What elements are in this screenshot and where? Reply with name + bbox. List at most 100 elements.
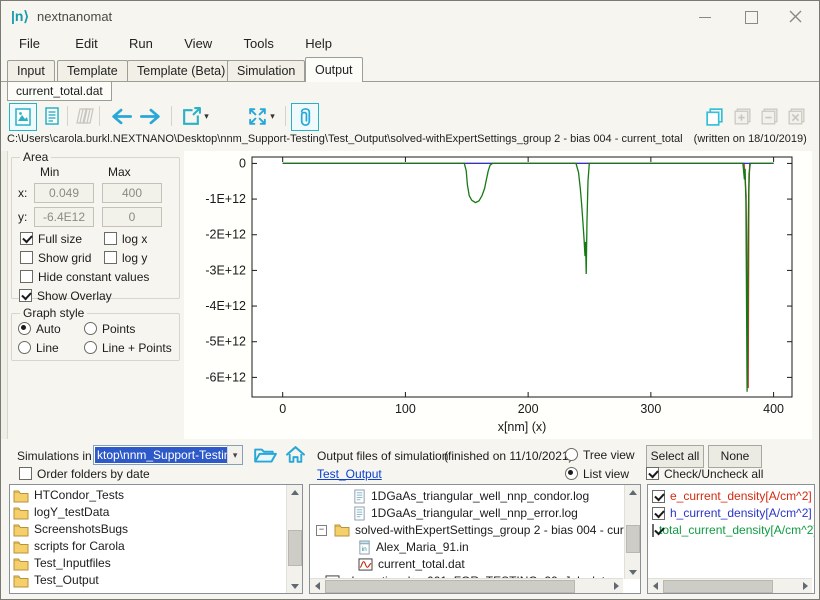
tab-template[interactable]: Template (57, 60, 128, 82)
menu-edit[interactable]: Edit (65, 32, 107, 55)
close-icon[interactable] (789, 10, 802, 23)
left-splitter[interactable] (1, 151, 8, 439)
x-max-field[interactable]: 400 (102, 183, 162, 203)
list-item[interactable]: Test_Inputfiles (10, 555, 302, 572)
tree-item[interactable]: Alex_Maria_91.in (355, 539, 469, 555)
chart-area: 01002003004000-1E+12-2E+12-3E+12-4E+12-5… (184, 151, 812, 439)
radio-tree-view[interactable]: Tree view (565, 448, 635, 462)
log-x-checkbox[interactable] (104, 232, 117, 245)
full-size-checkbox[interactable] (20, 232, 33, 245)
series-check-item[interactable]: h_current_density[A/cm^2] (648, 505, 814, 522)
series-check-item[interactable]: total_current_density[A/cm^2] (648, 522, 814, 539)
scroll-left-icon[interactable] (310, 579, 324, 593)
scroll-right-icon[interactable] (609, 579, 623, 593)
zoom-dropdown-caret[interactable]: ▾ (270, 111, 275, 122)
checkbox-check-uncheck-all[interactable]: Check/Uncheck all (646, 467, 763, 481)
menu-help[interactable]: Help (295, 32, 342, 55)
checkbox-show-grid[interactable]: Show grid (20, 251, 91, 265)
tab-input[interactable]: Input (7, 60, 55, 82)
attach-button[interactable] (291, 103, 319, 131)
list-item[interactable]: ScreenshotsBugs (10, 521, 302, 538)
subtab-current-total-dat[interactable]: current_total.dat (7, 82, 112, 101)
hide-constant-values-checkbox[interactable] (20, 270, 33, 283)
scroll-thumb[interactable] (626, 525, 640, 553)
scroll-thumb[interactable] (663, 580, 773, 593)
checkbox-show-overlay[interactable]: Show Overlay (19, 289, 112, 303)
series-checkbox[interactable] (652, 524, 654, 537)
scroll-down-icon[interactable] (287, 579, 302, 593)
scroll-up-icon[interactable] (287, 485, 302, 499)
none-button[interactable]: None (708, 445, 762, 468)
menu-tools[interactable]: Tools (234, 32, 284, 55)
checkbox-order-folders[interactable]: Order folders by date (19, 467, 150, 481)
scroll-right-icon[interactable] (798, 579, 812, 593)
menu-run[interactable]: Run (119, 32, 163, 55)
menu-file[interactable]: File (9, 32, 50, 55)
tab-simulation[interactable]: Simulation (227, 60, 305, 82)
copy-image-button[interactable] (701, 103, 727, 129)
tree-item[interactable]: current_total.dat (355, 556, 465, 572)
tree-item[interactable]: 1DGaAs_triangular_well_nnp_condor.log (350, 488, 589, 504)
y-max-field[interactable]: 0 (102, 207, 162, 227)
checkbox-full-size[interactable]: Full size (20, 232, 82, 246)
list-item[interactable]: scripts for Carola (10, 538, 302, 555)
scroll-up-icon[interactable] (625, 485, 640, 499)
checkbox-log-y[interactable]: log y (104, 251, 147, 265)
check-uncheck-all-checkbox[interactable] (646, 467, 659, 480)
show-grid-checkbox[interactable] (20, 251, 33, 264)
tree-vertical-scrollbar[interactable] (624, 485, 640, 579)
tree-item[interactable]: −solved-withExpertSettings_group 2 - bia… (316, 522, 641, 538)
folders-vertical-scrollbar[interactable] (286, 485, 302, 593)
text-view-button[interactable] (39, 103, 65, 129)
checkbox-log-x[interactable]: log x (104, 232, 147, 246)
line-points-radio[interactable] (84, 341, 97, 354)
radio-list-view[interactable]: List view (565, 467, 629, 481)
scroll-thumb[interactable] (288, 530, 302, 566)
minimize-icon[interactable] (699, 17, 711, 18)
graph-view-button[interactable] (9, 103, 37, 131)
scroll-down-icon[interactable] (625, 565, 640, 579)
list-view-radio[interactable] (565, 467, 578, 480)
points-radio[interactable] (84, 322, 97, 335)
list-item[interactable]: Test_Output (10, 572, 302, 589)
radio-points[interactable]: Points (84, 322, 135, 336)
open-folder-icon[interactable] (253, 445, 277, 465)
home-icon[interactable] (285, 445, 306, 464)
list-item[interactable]: logY_testData (10, 504, 302, 521)
export-button[interactable]: ▾ (177, 103, 213, 129)
test-output-link[interactable]: Test_Output (317, 467, 382, 481)
list-item[interactable]: HTCondor_Tests (10, 487, 302, 504)
tree-view-radio[interactable] (565, 448, 578, 461)
y-min-field[interactable]: -6.4E12 (34, 207, 94, 227)
maximize-icon[interactable] (745, 11, 758, 24)
radio-line[interactable]: Line (18, 341, 59, 355)
tab-template-beta[interactable]: Template (Beta) (127, 60, 235, 82)
line-radio[interactable] (18, 341, 31, 354)
series-check-item[interactable]: e_current_density[A/cm^2] (648, 488, 814, 505)
back-button[interactable] (105, 103, 135, 129)
scroll-left-icon[interactable] (648, 579, 662, 593)
tab-output[interactable]: Output (305, 57, 363, 82)
simulations-folder-combo[interactable]: ktop\nnm_Support-Testing ▾ (93, 445, 243, 465)
show-overlay-checkbox[interactable] (19, 289, 32, 302)
series-checkbox[interactable] (652, 490, 665, 503)
collapse-expander-icon[interactable]: − (316, 525, 327, 536)
x-min-field[interactable]: 0.049 (34, 183, 94, 203)
menu-view[interactable]: View (174, 32, 222, 55)
order-folders-checkbox[interactable] (19, 467, 32, 480)
chevron-down-icon[interactable]: ▾ (227, 446, 242, 464)
tree-horizontal-scrollbar[interactable] (310, 578, 623, 593)
auto-radio[interactable] (18, 322, 31, 335)
tree-item[interactable]: 1DGaAs_triangular_well_nnp_error.log (350, 505, 578, 521)
scroll-thumb[interactable] (325, 580, 575, 593)
forward-button[interactable] (137, 103, 167, 129)
radio-line-points[interactable]: Line + Points (84, 341, 172, 355)
series-horizontal-scrollbar[interactable] (648, 578, 812, 593)
checkbox-hide-constant[interactable]: Hide constant values (20, 270, 149, 284)
select-all-button[interactable]: Select all (646, 445, 704, 468)
zoom-fit-button[interactable]: ▾ (243, 103, 279, 129)
log-y-checkbox[interactable] (104, 251, 117, 264)
export-dropdown-caret[interactable]: ▾ (204, 111, 209, 122)
series-checkbox[interactable] (652, 507, 665, 520)
radio-auto[interactable]: Auto (18, 322, 61, 336)
